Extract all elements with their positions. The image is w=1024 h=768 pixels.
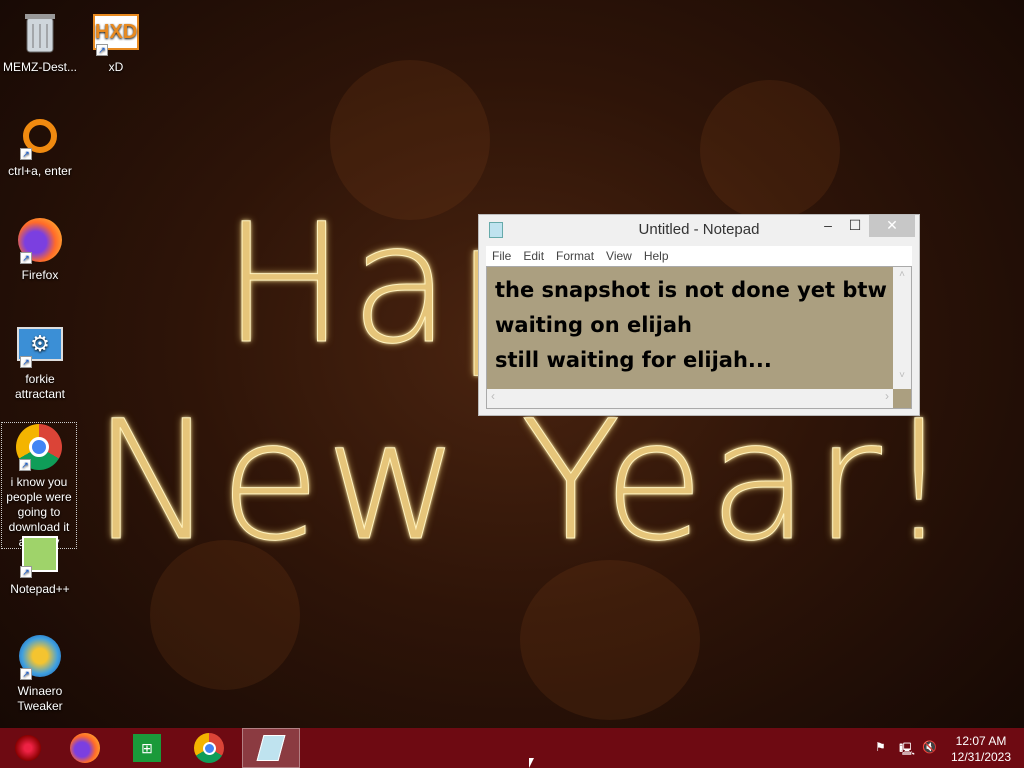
resize-grip[interactable] [893,389,911,408]
desktop-icon-label: forkie attractant [14,372,66,401]
desktop-icon-label: ctrl+a, enter [8,164,72,178]
desktop-icon-winaero[interactable]: ↗ Winaero Tweaker [2,632,78,714]
volume-muted-icon[interactable]: 🔇 [922,740,937,754]
desktop-icon-label: Notepad++ [10,582,70,596]
taskbar-chrome[interactable] [181,728,237,768]
vertical-scrollbar[interactable]: ˄ ˅ [893,267,911,389]
notepad-icon [489,222,503,238]
firefox-icon [70,733,100,763]
taskbar: ⊞ ⚑ 🖳 🔇 12:07 AM 12/31/2023 [0,728,1024,768]
notepadpp-icon: ↗ [16,530,64,578]
horizontal-scrollbar[interactable]: ‹ › [487,389,893,408]
notepad-icon [256,735,286,761]
menu-edit[interactable]: Edit [523,249,544,263]
desktop-icon-label: Firefox [21,268,59,282]
mouse-cursor [529,758,534,768]
network-icon[interactable]: 🖳 [899,740,915,761]
chrome-icon: ↗ [15,423,63,471]
window-title: Untitled - Notepad [638,221,760,238]
maximize-button[interactable]: ☐ [840,215,870,237]
clock-date: 12/31/2023 [950,750,1012,764]
desktop-icon-label: xD [108,60,124,74]
menu-file[interactable]: File [492,249,511,263]
desktop-icon-label: MEMZ-Dest... [3,60,77,74]
menu-bar: File Edit Format View Help [486,246,912,266]
chrome-icon [194,733,224,763]
desktop-icon-firefox[interactable]: ↗ Firefox [2,216,78,283]
desktop-icon-xd[interactable]: HXD ↗ xD [78,8,154,75]
menu-view[interactable]: View [606,249,632,263]
close-button[interactable]: ✕ [869,215,915,237]
editor[interactable]: the snapshot is not done yet btw waiting… [486,266,912,409]
desktop-icon-notepadpp[interactable]: ↗ Notepad++ [2,530,78,597]
clock[interactable]: 12:07 AM 12/31/2023 [946,733,1016,765]
recycle-bin-icon [16,8,64,56]
desktop-icon-ctrl-a-enter[interactable]: ↗ ctrl+a, enter [2,112,78,179]
menu-format[interactable]: Format [556,249,594,263]
taskbar-firefox[interactable] [57,728,113,768]
settings-computer-icon: ⚙ ↗ [16,320,64,368]
editor-text[interactable]: the snapshot is not done yet btw waiting… [487,267,893,389]
desktop-icon-label: Winaero Tweaker [17,684,63,713]
desktop-icon-forkie[interactable]: ⚙ ↗ forkie attractant [2,320,78,402]
minimize-button[interactable]: – [813,215,843,237]
winaero-icon: ↗ [16,632,64,680]
orange-ring-icon: ↗ [16,112,64,160]
action-center-flag-icon[interactable]: ⚑ [875,740,886,754]
menu-help[interactable]: Help [644,249,669,263]
desktop-icon-recycle-bin[interactable]: MEMZ-Dest... [2,8,78,75]
firefox-icon: ↗ [16,216,64,264]
start-orb-icon [15,735,41,761]
taskbar-store[interactable]: ⊞ [119,728,175,768]
taskbar-notepad[interactable] [242,728,300,768]
title-bar[interactable]: Untitled - Notepad – ☐ ✕ [479,215,919,245]
clock-time: 12:07 AM [955,734,1007,748]
start-button[interactable] [0,728,56,768]
hxd-icon: HXD ↗ [92,8,140,56]
store-icon: ⊞ [133,734,161,762]
bokeh [520,560,700,720]
notepad-window[interactable]: Untitled - Notepad – ☐ ✕ File Edit Format V… [478,214,920,416]
